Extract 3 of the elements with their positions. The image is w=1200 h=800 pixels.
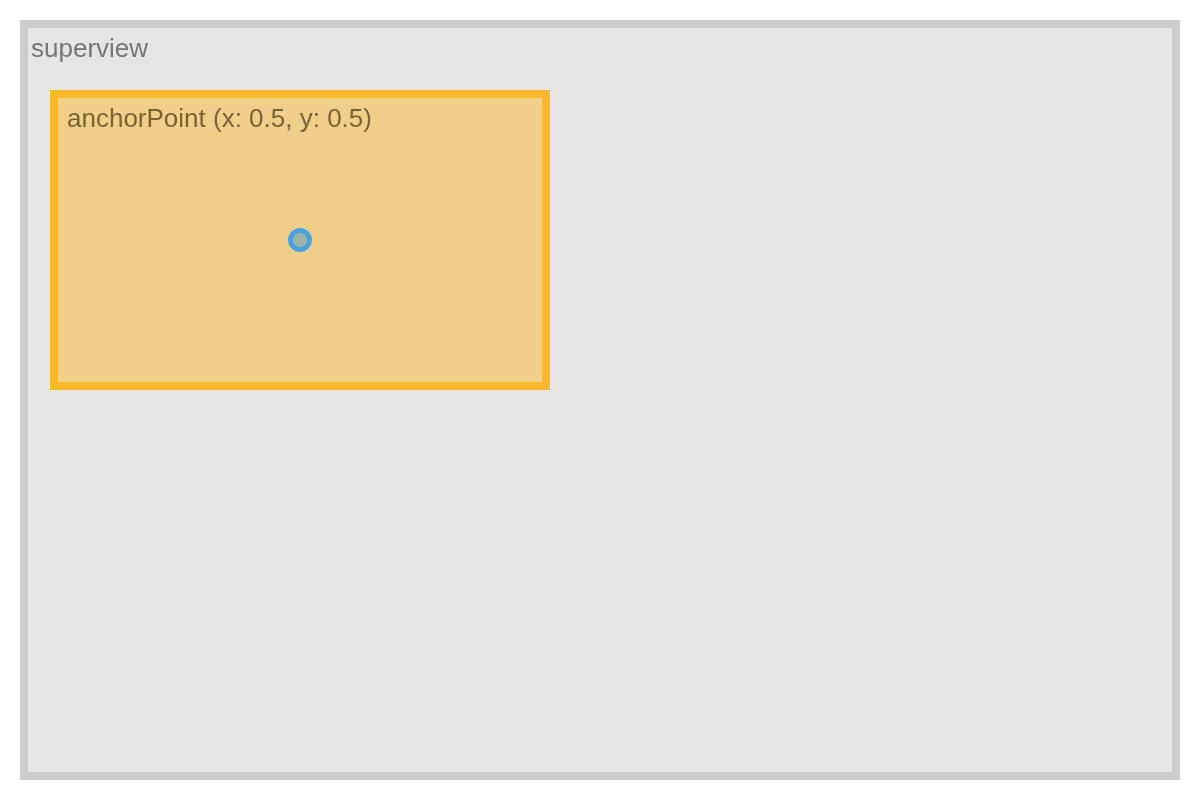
superview-label: superview [31, 33, 149, 64]
view-label: anchorPoint (x: 0.5, y: 0.5) [67, 103, 372, 134]
anchor-point-icon [288, 228, 312, 252]
